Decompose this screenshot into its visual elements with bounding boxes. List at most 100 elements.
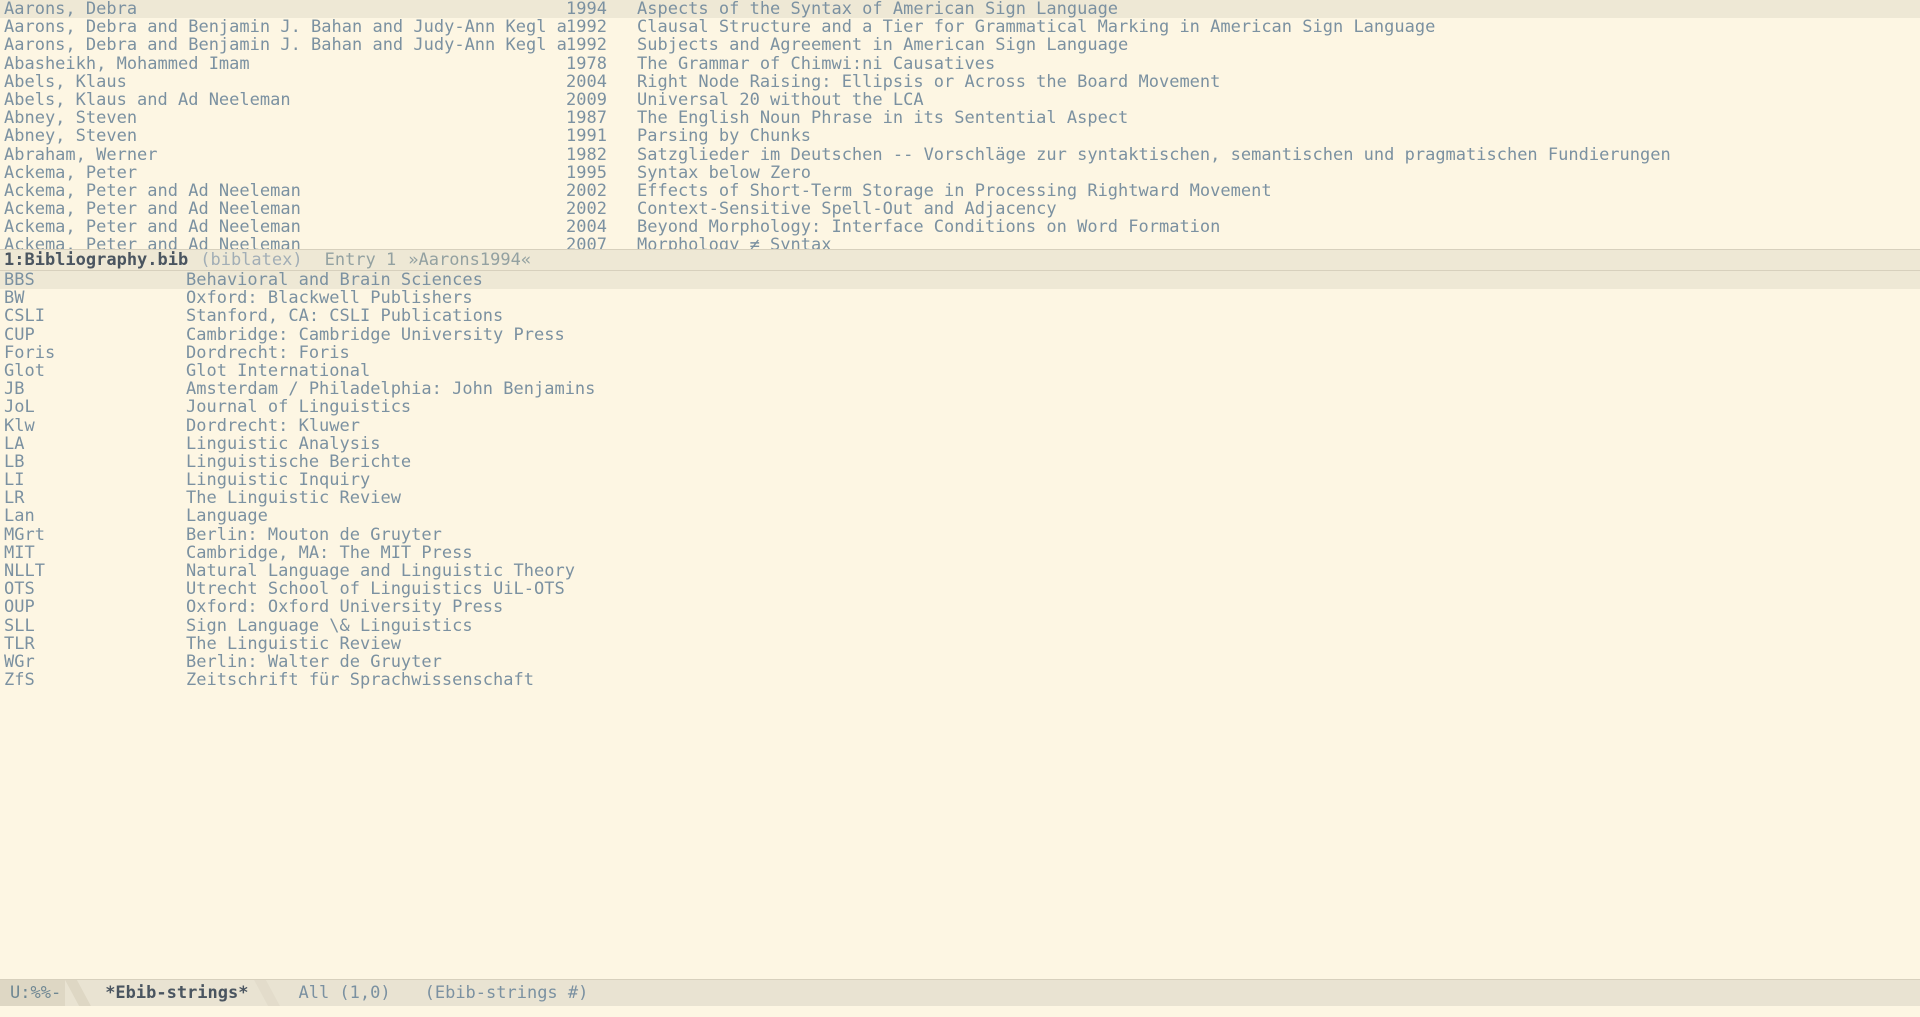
entry-title: Right Node Raising: Ellipsis or Across t… — [637, 73, 1920, 91]
entry-row[interactable]: Abasheikh, Mohammed Imam1978The Grammar … — [0, 55, 1920, 73]
string-value: Berlin: Walter de Gruyter — [186, 653, 1920, 671]
entry-row[interactable]: Aarons, Debra1994Aspects of the Syntax o… — [0, 0, 1920, 18]
string-value: Cambridge: Cambridge University Press — [186, 326, 1920, 344]
string-row[interactable]: BBSBehavioral and Brain Sciences — [0, 271, 1920, 289]
string-value: Stanford, CA: CSLI Publications — [186, 307, 1920, 325]
string-row[interactable]: WGrBerlin: Walter de Gruyter — [0, 653, 1920, 671]
entry-author: Ackema, Peter and Ad Neeleman — [4, 200, 566, 218]
entry-year: 2007 — [566, 236, 637, 249]
string-row[interactable]: NLLTNatural Language and Linguistic Theo… — [0, 562, 1920, 580]
entry-row[interactable]: Ackema, Peter and Ad Neeleman2002Effects… — [0, 182, 1920, 200]
echo-area[interactable] — [0, 1006, 1920, 1017]
entry-title: Beyond Morphology: Interface Conditions … — [637, 218, 1920, 236]
string-value: Utrecht School of Linguistics UiL-OTS — [186, 580, 1920, 598]
entry-row[interactable]: Abels, Klaus and Ad Neeleman2009Universa… — [0, 91, 1920, 109]
ebib-strings-window[interactable]: BBSBehavioral and Brain SciencesBWOxford… — [0, 271, 1920, 979]
entry-author: Ackema, Peter and Ad Neeleman — [4, 218, 566, 236]
string-row[interactable]: LALinguistic Analysis — [0, 435, 1920, 453]
string-row[interactable]: ForisDordrecht: Foris — [0, 344, 1920, 362]
entry-title: The Grammar of Chimwi:ni Causatives — [637, 55, 1920, 73]
entry-row[interactable]: Ackema, Peter1995Syntax below Zero — [0, 164, 1920, 182]
entry-title: Context-Sensitive Spell-Out and Adjacenc… — [637, 200, 1920, 218]
modeline-bottom-buffer-name: *Ebib-strings* — [105, 984, 248, 1002]
string-abbreviation: JoL — [4, 398, 186, 416]
entry-row[interactable]: Ackema, Peter and Ad Neeleman2007Morphol… — [0, 236, 1920, 249]
string-row[interactable]: JoLJournal of Linguistics — [0, 398, 1920, 416]
string-abbreviation: CSLI — [4, 307, 186, 325]
string-abbreviation: ZfS — [4, 671, 186, 689]
string-abbreviation: JB — [4, 380, 186, 398]
string-row[interactable]: SLLSign Language \& Linguistics — [0, 617, 1920, 635]
entry-row[interactable]: Aarons, Debra and Benjamin J. Bahan and … — [0, 36, 1920, 54]
string-value: Linguistische Berichte — [186, 453, 1920, 471]
string-abbreviation: Klw — [4, 417, 186, 435]
entry-title: Effects of Short-Term Storage in Process… — [637, 182, 1920, 200]
entry-title: Aspects of the Syntax of American Sign L… — [637, 0, 1920, 18]
entry-author: Abasheikh, Mohammed Imam — [4, 55, 566, 73]
entry-row[interactable]: Ackema, Peter and Ad Neeleman2002Context… — [0, 200, 1920, 218]
string-row[interactable]: JBAmsterdam / Philadelphia: John Benjami… — [0, 380, 1920, 398]
entry-title: Morphology ≠ Syntax — [637, 236, 1920, 249]
string-value: Natural Language and Linguistic Theory — [186, 562, 1920, 580]
string-row[interactable]: LanLanguage — [0, 507, 1920, 525]
string-value: The Linguistic Review — [186, 635, 1920, 653]
entry-title: Clausal Structure and a Tier for Grammat… — [637, 18, 1920, 36]
string-row[interactable]: OUPOxford: Oxford University Press — [0, 598, 1920, 616]
modeline-buffer-name-segment[interactable]: *Ebib-strings* — [91, 980, 254, 1006]
entry-year: 1992 — [566, 36, 637, 54]
ebib-strings-modeline: U:%%- *Ebib-strings* All (1,0) (Ebib-str… — [0, 979, 1920, 1006]
ebib-entries-list[interactable]: Aarons, Debra1994Aspects of the Syntax o… — [0, 0, 1920, 249]
string-row[interactable]: BWOxford: Blackwell Publishers — [0, 289, 1920, 307]
string-row[interactable]: GlotGlot International — [0, 362, 1920, 380]
entry-title: Parsing by Chunks — [637, 127, 1920, 145]
string-row[interactable]: MITCambridge, MA: The MIT Press — [0, 544, 1920, 562]
entry-row[interactable]: Abraham, Werner1982Satzglieder im Deutsc… — [0, 146, 1920, 164]
entry-year: 2002 — [566, 182, 637, 200]
modeline-entry-key: »Aarons1994« — [408, 250, 531, 271]
string-row[interactable]: CSLIStanford, CA: CSLI Publications — [0, 307, 1920, 325]
entry-row[interactable]: Ackema, Peter and Ad Neeleman2004Beyond … — [0, 218, 1920, 236]
modeline-state-indicator[interactable]: U:%%- — [0, 980, 65, 1006]
entry-year: 1978 — [566, 55, 637, 73]
string-row[interactable]: KlwDordrecht: Kluwer — [0, 417, 1920, 435]
string-row[interactable]: TLRThe Linguistic Review — [0, 635, 1920, 653]
entry-author: Ackema, Peter — [4, 164, 566, 182]
modeline-bottom-position: All (1,0) — [298, 984, 390, 1002]
entry-row[interactable]: Abney, Steven1991Parsing by Chunks — [0, 127, 1920, 145]
string-abbreviation: OTS — [4, 580, 186, 598]
string-row[interactable]: CUPCambridge: Cambridge University Press — [0, 326, 1920, 344]
string-abbreviation: BBS — [4, 271, 186, 289]
modeline-position-segment: All (1,0) (Ebib-strings #) — [280, 980, 1920, 1006]
entry-year: 1995 — [566, 164, 637, 182]
entry-row[interactable]: Abels, Klaus2004Right Node Raising: Elli… — [0, 73, 1920, 91]
entry-author: Aarons, Debra and Benjamin J. Bahan and … — [4, 18, 566, 36]
entry-row[interactable]: Aarons, Debra and Benjamin J. Bahan and … — [0, 18, 1920, 36]
string-abbreviation: SLL — [4, 617, 186, 635]
modeline-state-text: U:%%- — [10, 984, 61, 1002]
entry-year: 1994 — [566, 0, 637, 18]
entry-year: 2009 — [566, 91, 637, 109]
string-row[interactable]: OTSUtrecht School of Linguistics UiL-OTS — [0, 580, 1920, 598]
string-row[interactable]: LRThe Linguistic Review — [0, 489, 1920, 507]
string-abbreviation: WGr — [4, 653, 186, 671]
string-abbreviation: TLR — [4, 635, 186, 653]
string-abbreviation: LA — [4, 435, 186, 453]
string-row[interactable]: LILinguistic Inquiry — [0, 471, 1920, 489]
string-row[interactable]: MGrtBerlin: Mouton de Gruyter — [0, 526, 1920, 544]
string-value: Glot International — [186, 362, 1920, 380]
entry-title: Syntax below Zero — [637, 164, 1920, 182]
entry-title: Subjects and Agreement in American Sign … — [637, 36, 1920, 54]
entry-row[interactable]: Abney, Steven1987The English Noun Phrase… — [0, 109, 1920, 127]
ebib-entries-window[interactable]: Aarons, Debra1994Aspects of the Syntax o… — [0, 0, 1920, 249]
string-abbreviation: Glot — [4, 362, 186, 380]
string-value: Linguistic Inquiry — [186, 471, 1920, 489]
entry-year: 2004 — [566, 73, 637, 91]
entry-title: Satzglieder im Deutschen -- Vorschläge z… — [637, 146, 1920, 164]
string-value: Dordrecht: Foris — [186, 344, 1920, 362]
string-row[interactable]: ZfSZeitschrift für Sprachwissenschaft — [0, 671, 1920, 689]
string-row[interactable]: LBLinguistische Berichte — [0, 453, 1920, 471]
string-abbreviation: LI — [4, 471, 186, 489]
entry-author: Abraham, Werner — [4, 146, 566, 164]
ebib-strings-list[interactable]: BBSBehavioral and Brain SciencesBWOxford… — [0, 271, 1920, 689]
string-value: Oxford: Oxford University Press — [186, 598, 1920, 616]
